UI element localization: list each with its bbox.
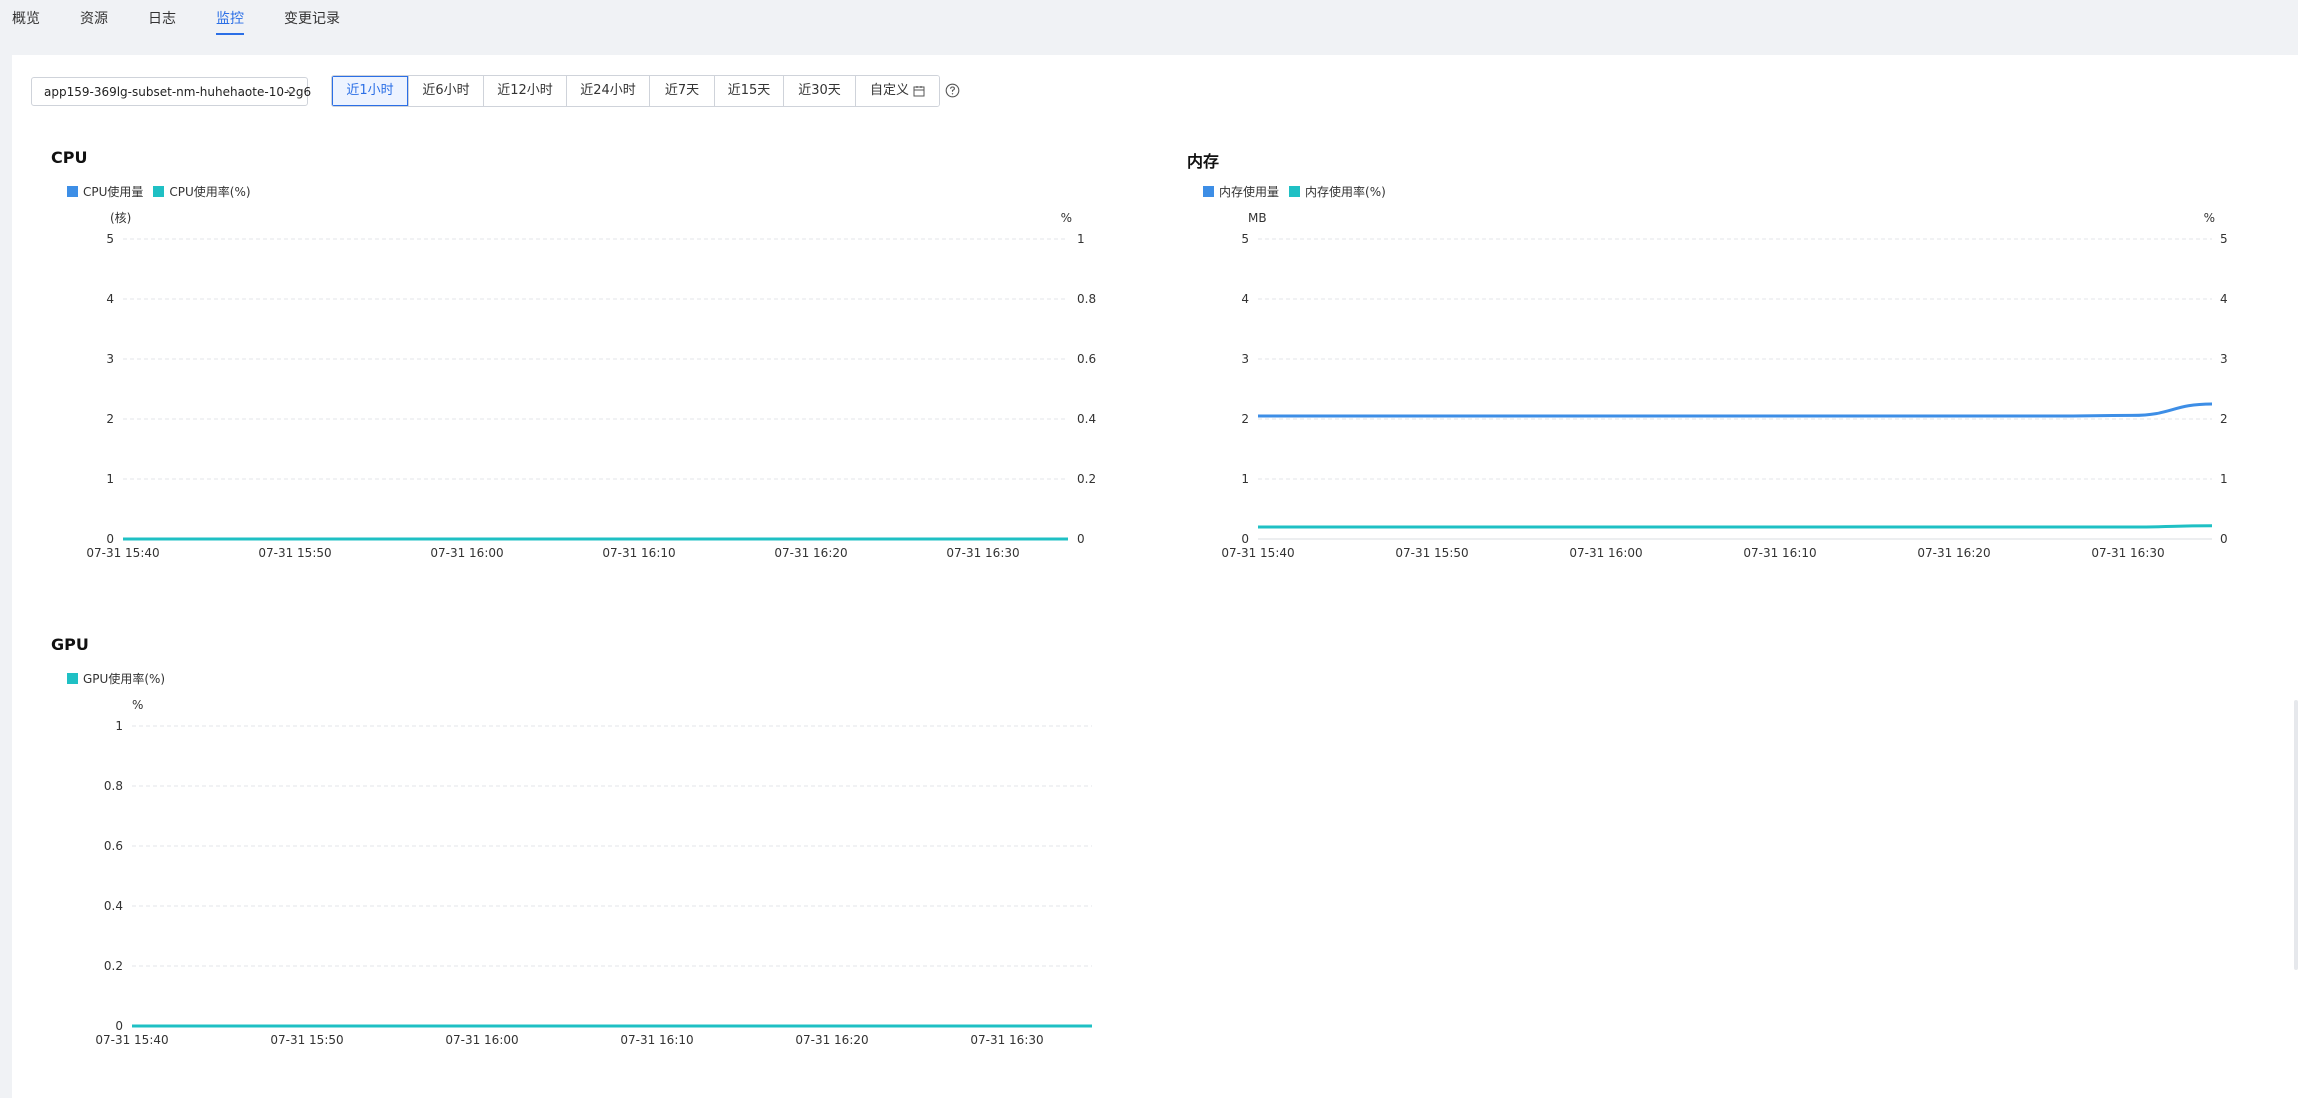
x-tick-label: 07-31 16:10 (1743, 546, 1816, 560)
y-right-tick-label: 3 (2220, 352, 2228, 366)
x-tick-label: 07-31 16:30 (970, 1033, 1043, 1047)
y-left-tick-label: 0.8 (104, 779, 123, 793)
series-line (1258, 524, 2213, 529)
y-left-tick-label: 0.2 (104, 959, 123, 973)
x-tick-label: 07-31 16:20 (795, 1033, 868, 1047)
y-right-tick-label: 5 (2220, 232, 2228, 246)
x-tick-label: 07-31 15:40 (1221, 546, 1294, 560)
x-tick-label: 07-31 16:00 (1569, 546, 1642, 560)
y-left-tick-label: 3 (1241, 352, 1249, 366)
y-right-unit-label: % (2204, 211, 2215, 225)
y-left-tick-label: 1 (115, 719, 123, 733)
y-left-unit-label: % (132, 698, 143, 712)
x-tick-label: 07-31 15:40 (95, 1033, 168, 1047)
y-left-tick-label: 0.6 (104, 839, 123, 853)
y-right-tick-label: 4 (2220, 292, 2228, 306)
y-right-tick-label: 2 (2220, 412, 2228, 426)
x-tick-label: 07-31 15:50 (270, 1033, 343, 1047)
y-left-tick-label: 5 (1241, 232, 1249, 246)
x-tick-label: 07-31 16:10 (620, 1033, 693, 1047)
y-left-tick-label: 1 (1241, 472, 1249, 486)
side-drawer-handle[interactable] (2294, 700, 2298, 970)
x-tick-label: 07-31 16:30 (2091, 546, 2164, 560)
x-tick-label: 07-31 16:20 (1917, 546, 1990, 560)
y-left-unit-label: MB (1248, 211, 1267, 225)
y-right-tick-label: 1 (2220, 472, 2228, 486)
y-left-tick-label: 2 (1241, 412, 1249, 426)
series-line (1257, 402, 2213, 418)
x-tick-label: 07-31 15:50 (1395, 546, 1468, 560)
y-right-tick-label: 0 (2220, 532, 2228, 546)
y-left-tick-label: 0 (115, 1019, 123, 1033)
x-tick-label: 07-31 16:00 (445, 1033, 518, 1047)
y-left-tick-label: 0 (1241, 532, 1249, 546)
y-left-tick-label: 4 (1241, 292, 1249, 306)
gpu-chart: 1 0.8 0.6 0.4 0.2 0% 07-31 15:40 07-31 15:50 07-… (95, 698, 1092, 1047)
y-left-tick-label: 0.4 (104, 899, 123, 913)
